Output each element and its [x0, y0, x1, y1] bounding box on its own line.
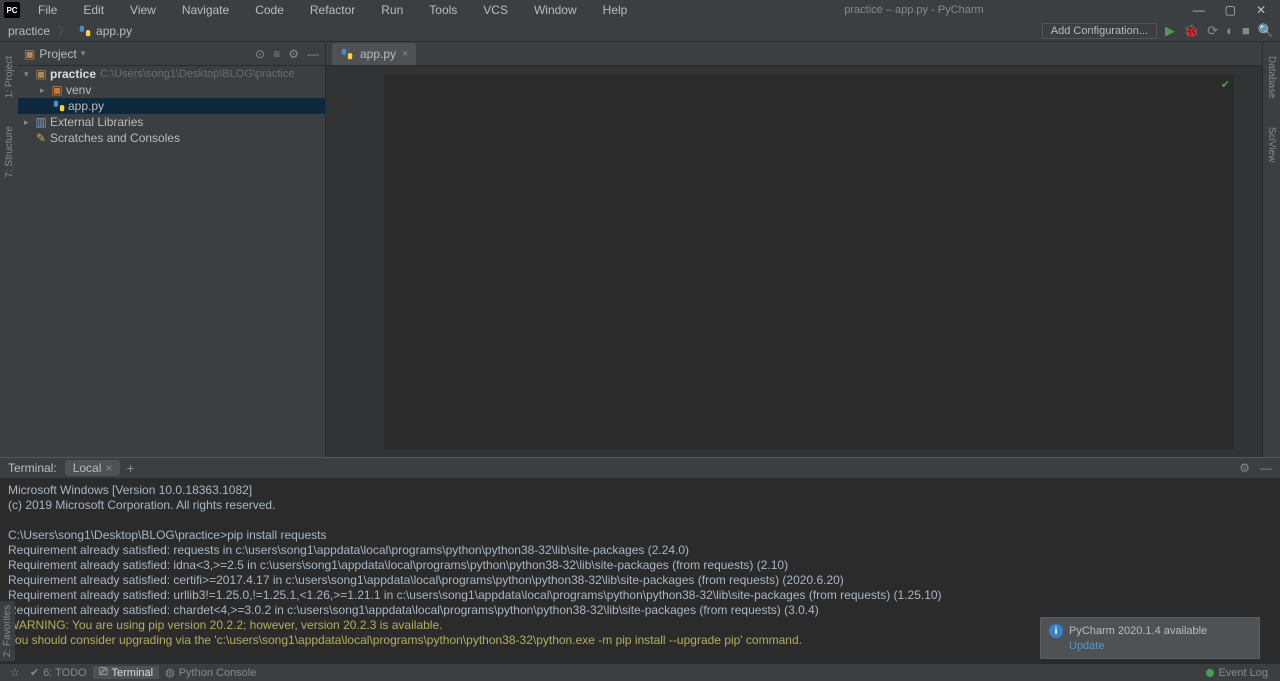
editor-tab-app[interactable]: app.py ×: [332, 43, 416, 65]
notification-title: PyCharm 2020.1.4 available: [1069, 625, 1207, 637]
info-icon: i: [1049, 624, 1063, 638]
todo-tool-button[interactable]: ✔ 6: TODO: [24, 666, 93, 679]
chevron-down-icon[interactable]: ▾: [24, 69, 34, 80]
tree-folder-venv[interactable]: ▸ ▣ venv: [18, 82, 325, 98]
terminal-icon: ⎚: [99, 666, 108, 679]
hide-tool-window-icon[interactable]: —: [307, 47, 319, 61]
coverage-button[interactable]: ⟳: [1207, 23, 1218, 39]
pycharm-icon: PC: [4, 2, 20, 18]
project-tree[interactable]: ▾ ▣ practice C:\Users\song1\Desktop\BLOG…: [18, 66, 325, 457]
editor-area: app.py × ✔: [326, 42, 1262, 457]
python-file-icon: [78, 24, 92, 38]
menu-edit[interactable]: Edit: [71, 3, 116, 17]
chevron-down-icon: ▾: [81, 48, 86, 59]
right-tool-stripe: Database SciView: [1262, 42, 1280, 457]
debug-button[interactable]: 🐞: [1183, 23, 1199, 39]
tree-file-app[interactable]: app.py: [18, 98, 325, 114]
stop-button[interactable]: ■: [1242, 23, 1250, 38]
menu-vcs[interactable]: VCS: [471, 3, 520, 17]
project-title[interactable]: ▣ Project ▾: [24, 47, 85, 61]
tree-external-libraries[interactable]: ▸ ▥ External Libraries: [18, 114, 325, 130]
python-file-icon: [52, 99, 66, 113]
left-tool-stripe: 1: Project 7: Structure: [0, 42, 18, 457]
editor-gutter: [354, 74, 384, 449]
python-icon: ◍: [165, 666, 175, 679]
search-everywhere-button[interactable]: 🔍: [1258, 23, 1274, 39]
menu-window[interactable]: Window: [522, 3, 589, 17]
project-tool-tab[interactable]: 1: Project: [4, 52, 15, 102]
check-icon: ✔: [30, 666, 39, 679]
status-bar: ☆ ✔ 6: TODO ⎚ Terminal ◍ Python Console …: [0, 663, 1280, 681]
add-configuration-button[interactable]: Add Configuration...: [1042, 23, 1157, 39]
favorites-tool-tab[interactable]: 2: Favorites: [0, 601, 15, 661]
library-icon: ▥: [34, 115, 48, 129]
menu-refactor[interactable]: Refactor: [298, 3, 367, 17]
chevron-right-icon[interactable]: ▸: [40, 85, 50, 96]
python-file-icon: [340, 47, 354, 61]
menu-code[interactable]: Code: [243, 3, 296, 17]
profile-button[interactable]: ◐: [1226, 23, 1234, 38]
terminal-tool-button[interactable]: ⎚ Terminal: [93, 666, 159, 679]
event-log-button[interactable]: Event Log: [1200, 667, 1274, 679]
folder-icon: ▣: [50, 83, 64, 97]
terminal-settings-icon[interactable]: ⚙: [1239, 461, 1250, 475]
close-tab-icon[interactable]: ×: [105, 461, 112, 475]
close-tab-icon[interactable]: ×: [402, 48, 408, 60]
sciview-tool-tab[interactable]: SciView: [1266, 123, 1277, 166]
maximize-button[interactable]: ▢: [1221, 3, 1240, 17]
menu-tools[interactable]: Tools: [417, 3, 469, 17]
database-tool-tab[interactable]: Database: [1266, 52, 1277, 103]
folder-icon: ▣: [34, 67, 48, 81]
code-editor[interactable]: ✔: [354, 74, 1234, 449]
navigation-bar: practice 〉 app.py Add Configuration... ▶…: [0, 20, 1280, 42]
hide-terminal-icon[interactable]: —: [1260, 461, 1272, 475]
python-console-tool-button[interactable]: ◍ Python Console: [159, 666, 262, 679]
window-title: practice – app.py - PyCharm: [639, 4, 1188, 16]
main-area: 1: Project 7: Structure ▣ Project ▾ ⊙ ≡ …: [0, 42, 1280, 457]
new-terminal-button[interactable]: +: [126, 460, 134, 476]
settings-icon[interactable]: ⚙: [288, 47, 299, 61]
expand-all-icon[interactable]: ≡: [273, 47, 280, 61]
menu-file[interactable]: File: [26, 3, 69, 17]
tool-windows-quick-access-icon[interactable]: ☆: [6, 666, 24, 679]
folder-icon: ▣: [24, 47, 35, 61]
update-link[interactable]: Update: [1069, 640, 1251, 652]
scratches-icon: ✎: [34, 131, 48, 145]
project-tool-window: ▣ Project ▾ ⊙ ≡ ⚙ — ▾ ▣ practice C:\User…: [18, 42, 326, 457]
main-menu: File Edit View Navigate Code Refactor Ru…: [26, 3, 639, 17]
breadcrumb-file[interactable]: app.py: [70, 24, 140, 38]
tree-root[interactable]: ▾ ▣ practice C:\Users\song1\Desktop\BLOG…: [18, 66, 325, 82]
menu-navigate[interactable]: Navigate: [170, 3, 241, 17]
tree-scratches[interactable]: ✎ Scratches and Consoles: [18, 130, 325, 146]
terminal-label: Terminal:: [8, 461, 57, 475]
close-button[interactable]: ✕: [1252, 3, 1270, 17]
update-notification[interactable]: i PyCharm 2020.1.4 available Update: [1040, 617, 1260, 659]
terminal-tab-local[interactable]: Local ×: [65, 460, 121, 476]
menu-help[interactable]: Help: [591, 3, 640, 17]
menu-run[interactable]: Run: [369, 3, 415, 17]
chevron-right-icon[interactable]: ▸: [24, 117, 34, 128]
run-button[interactable]: ▶: [1165, 23, 1175, 39]
structure-tool-tab[interactable]: 7: Structure: [4, 122, 15, 182]
menu-view[interactable]: View: [118, 3, 168, 17]
select-opened-file-icon[interactable]: ⊙: [255, 47, 265, 61]
inspection-ok-icon[interactable]: ✔: [1221, 78, 1230, 91]
breadcrumb-root[interactable]: practice: [0, 24, 58, 38]
minimize-button[interactable]: —: [1189, 3, 1209, 17]
notification-dot-icon: [1206, 669, 1214, 677]
title-bar: PC File Edit View Navigate Code Refactor…: [0, 0, 1280, 20]
